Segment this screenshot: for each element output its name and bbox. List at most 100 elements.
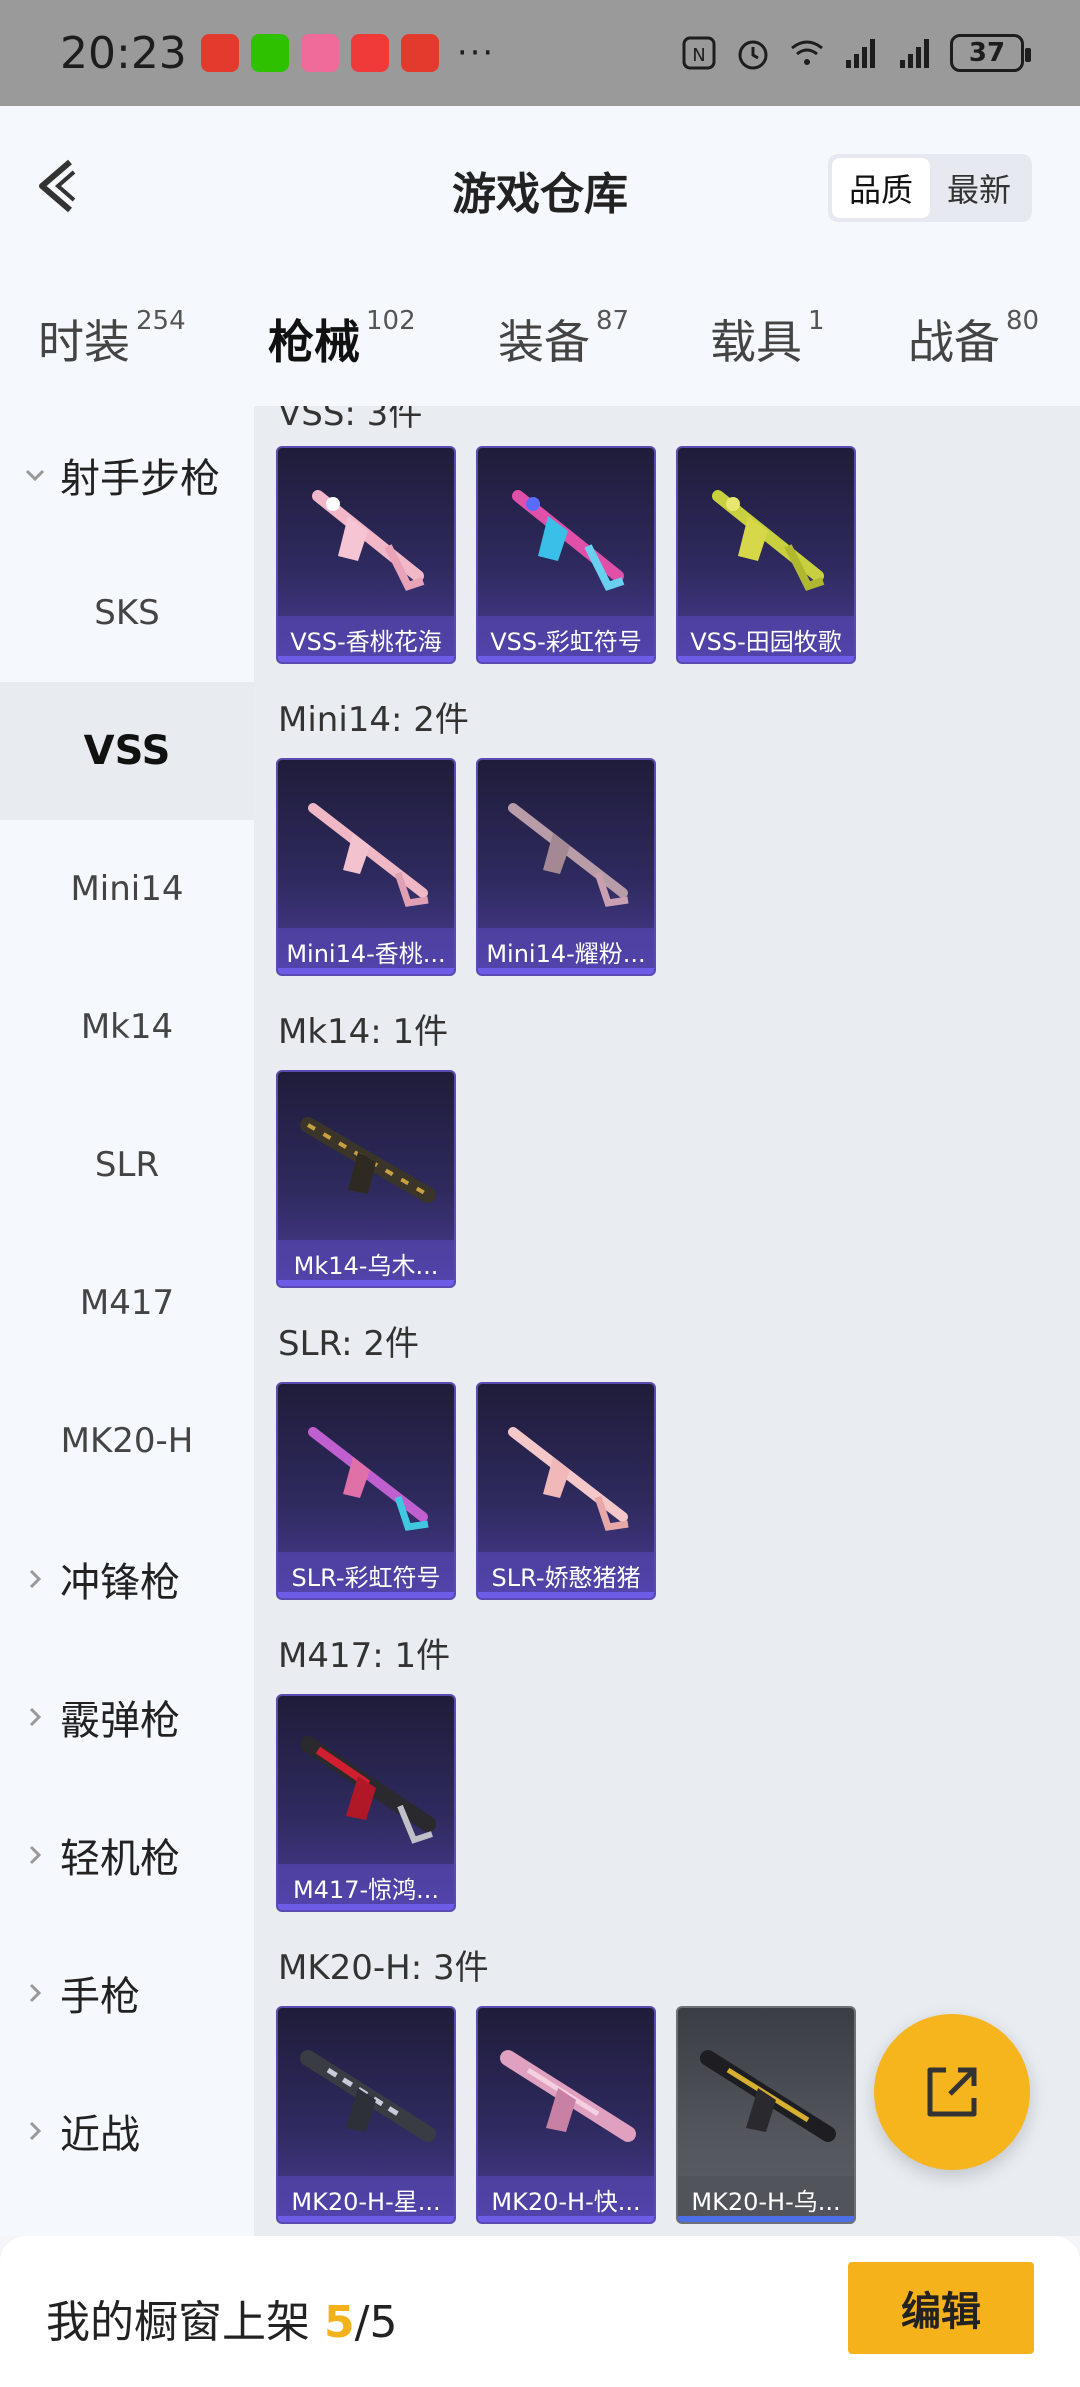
group-label-mk14: Mk14: 1件 — [278, 1012, 449, 1052]
weapon-card[interactable]: Mini14-耀粉... — [476, 758, 656, 976]
sidebar-item-melee[interactable]: 近战 — [0, 2062, 254, 2200]
app-icon-1 — [200, 34, 239, 72]
svg-text:N: N — [692, 45, 705, 66]
sidebar-item-label: 霰弹枪 — [60, 1698, 180, 1744]
showcase-status: 我的橱窗上架 5/5 — [46, 2286, 397, 2350]
weapon-skin-image — [300, 2050, 436, 2142]
tab-vehicles[interactable]: 载具 1 — [710, 306, 825, 372]
weapon-card[interactable]: MK20-H-快... — [476, 2006, 656, 2224]
sort-latest-button[interactable]: 最新 — [930, 158, 1028, 218]
chevron-right-icon — [29, 1983, 42, 2003]
rarity-bar — [278, 656, 454, 662]
showcase-separator: / — [354, 2297, 370, 2348]
sidebar-item-m417[interactable]: M417 — [0, 1234, 254, 1372]
weapon-sidebar: 射手步枪 SKS VSS Mini14 Mk14 SLR M417 MK20-H… — [0, 406, 254, 2236]
weapon-skin-image — [300, 1736, 436, 1844]
tab-count: 102 — [366, 306, 416, 336]
weapon-card[interactable]: Mini14-香桃... — [276, 758, 456, 976]
weapon-grid: VSS: 3件 VSS-香桃花海 VSS-彩虹符号 VSS-田园牧歌 Mini1… — [254, 406, 1080, 2236]
battery-indicator: 37 — [950, 34, 1031, 72]
showcase-bar: 我的橱窗上架 5/5 编辑 — [0, 2236, 1080, 2387]
wechat-icon — [250, 34, 289, 72]
sort-quality-button[interactable]: 品质 — [832, 158, 930, 218]
group-label-m417: M417: 1件 — [278, 1636, 451, 1676]
category-tabs: 时装 254 枪械 102 装备 87 载具 1 战备 80 — [0, 266, 1080, 418]
nfc-icon: N — [682, 36, 716, 70]
share-button[interactable] — [874, 2014, 1030, 2170]
weapon-card[interactable]: MK20-H-乌... — [676, 2006, 856, 2224]
chevron-down-icon — [25, 469, 45, 482]
tab-equipment[interactable]: 装备 87 — [498, 306, 629, 372]
rarity-bar — [278, 1904, 454, 1910]
group-label-slr: SLR: 2件 — [278, 1324, 419, 1364]
weapon-card[interactable]: SLR-彩虹符号 — [276, 1382, 456, 1600]
rarity-bar — [278, 2216, 454, 2222]
tab-label: 载具 — [710, 315, 802, 369]
app-icon-red — [350, 34, 389, 72]
sidebar-item-sks[interactable]: SKS — [0, 544, 254, 682]
sidebar-item-mini14[interactable]: Mini14 — [0, 820, 254, 958]
tab-gear[interactable]: 战备 80 — [908, 306, 1039, 372]
weapon-skin-image — [300, 1117, 436, 1203]
header: 游戏仓库 品质 最新 — [0, 106, 1080, 266]
group-label-mini14: Mini14: 2件 — [278, 700, 469, 740]
weapon-card[interactable]: MK20-H-星... — [276, 2006, 456, 2224]
weapon-card[interactable]: VSS-田园牧歌 — [676, 446, 856, 664]
signal-icon-2 — [900, 39, 929, 68]
tab-label: 时装 — [38, 315, 130, 369]
app-icon-2 — [400, 34, 439, 72]
weapon-skin-image — [308, 803, 429, 907]
tab-label: 装备 — [498, 315, 590, 369]
weapon-skin-image — [512, 490, 625, 591]
rarity-bar — [278, 1592, 454, 1598]
rarity-bar — [478, 1592, 654, 1598]
sidebar-item-mk14[interactable]: Mk14 — [0, 958, 254, 1096]
tab-count: 254 — [136, 306, 186, 336]
share-external-icon — [927, 2067, 977, 2117]
sidebar-item-label: 冲锋枪 — [60, 1560, 180, 1606]
sidebar-item-vss[interactable]: VSS — [0, 682, 254, 820]
showcase-label: 我的橱窗上架 — [46, 2297, 310, 2348]
tab-fashion[interactable]: 时装 254 — [38, 306, 186, 372]
weapon-skin-image — [308, 1427, 429, 1531]
chevron-right-icon — [29, 1569, 42, 1589]
sidebar-item-marksman-rifles[interactable]: 射手步枪 — [0, 406, 254, 544]
status-time: 20:23 — [60, 27, 187, 79]
sidebar-item-label: 射手步枪 — [60, 456, 220, 502]
chevron-right-icon — [29, 1845, 42, 1865]
chevron-right-icon — [29, 2121, 42, 2141]
sidebar-item-lmg[interactable]: 轻机枪 — [0, 1786, 254, 1924]
weapon-card[interactable]: M417-惊鸿... — [276, 1694, 456, 1912]
sidebar-item-pistol[interactable]: 手枪 — [0, 1924, 254, 2062]
tab-guns[interactable]: 枪械 102 — [268, 306, 416, 418]
weapon-card[interactable]: SLR-娇憨猪猪 — [476, 1382, 656, 1600]
edit-button[interactable]: 编辑 — [848, 2262, 1034, 2354]
sidebar-item-mk20h[interactable]: MK20-H — [0, 1372, 254, 1510]
wifi-icon — [791, 40, 823, 65]
alarm-icon — [738, 40, 768, 70]
rarity-bar — [478, 656, 654, 662]
weapon-skin-image — [700, 2050, 836, 2142]
tab-label: 枪械 — [268, 315, 360, 369]
weapon-skin-image — [508, 1427, 629, 1531]
status-bar: 20:23 ··· N 37 — [0, 0, 1080, 106]
sidebar-item-shotgun[interactable]: 霰弹枪 — [0, 1648, 254, 1786]
sidebar-item-smg[interactable]: 冲锋枪 — [0, 1510, 254, 1648]
rarity-bar — [278, 968, 454, 974]
weapon-skin-image — [712, 490, 825, 591]
signal-icon — [846, 39, 875, 68]
showcase-current-count: 5 — [324, 2297, 355, 2348]
rarity-bar — [678, 2216, 854, 2222]
sidebar-item-slr[interactable]: SLR — [0, 1096, 254, 1234]
tab-count: 1 — [808, 306, 825, 336]
rarity-bar — [278, 1280, 454, 1286]
rarity-bar — [678, 656, 854, 662]
bilibili-icon — [300, 34, 339, 72]
sort-toggle: 品质 最新 — [828, 154, 1032, 222]
group-label-vss: VSS: 3件 — [278, 406, 423, 434]
weapon-card[interactable]: Mk14-乌木... — [276, 1070, 456, 1288]
weapon-card[interactable]: VSS-香桃花海 — [276, 446, 456, 664]
weapon-card[interactable]: VSS-彩虹符号 — [476, 446, 656, 664]
tab-count: 80 — [1006, 306, 1040, 336]
sidebar-item-label: 轻机枪 — [60, 1836, 180, 1882]
